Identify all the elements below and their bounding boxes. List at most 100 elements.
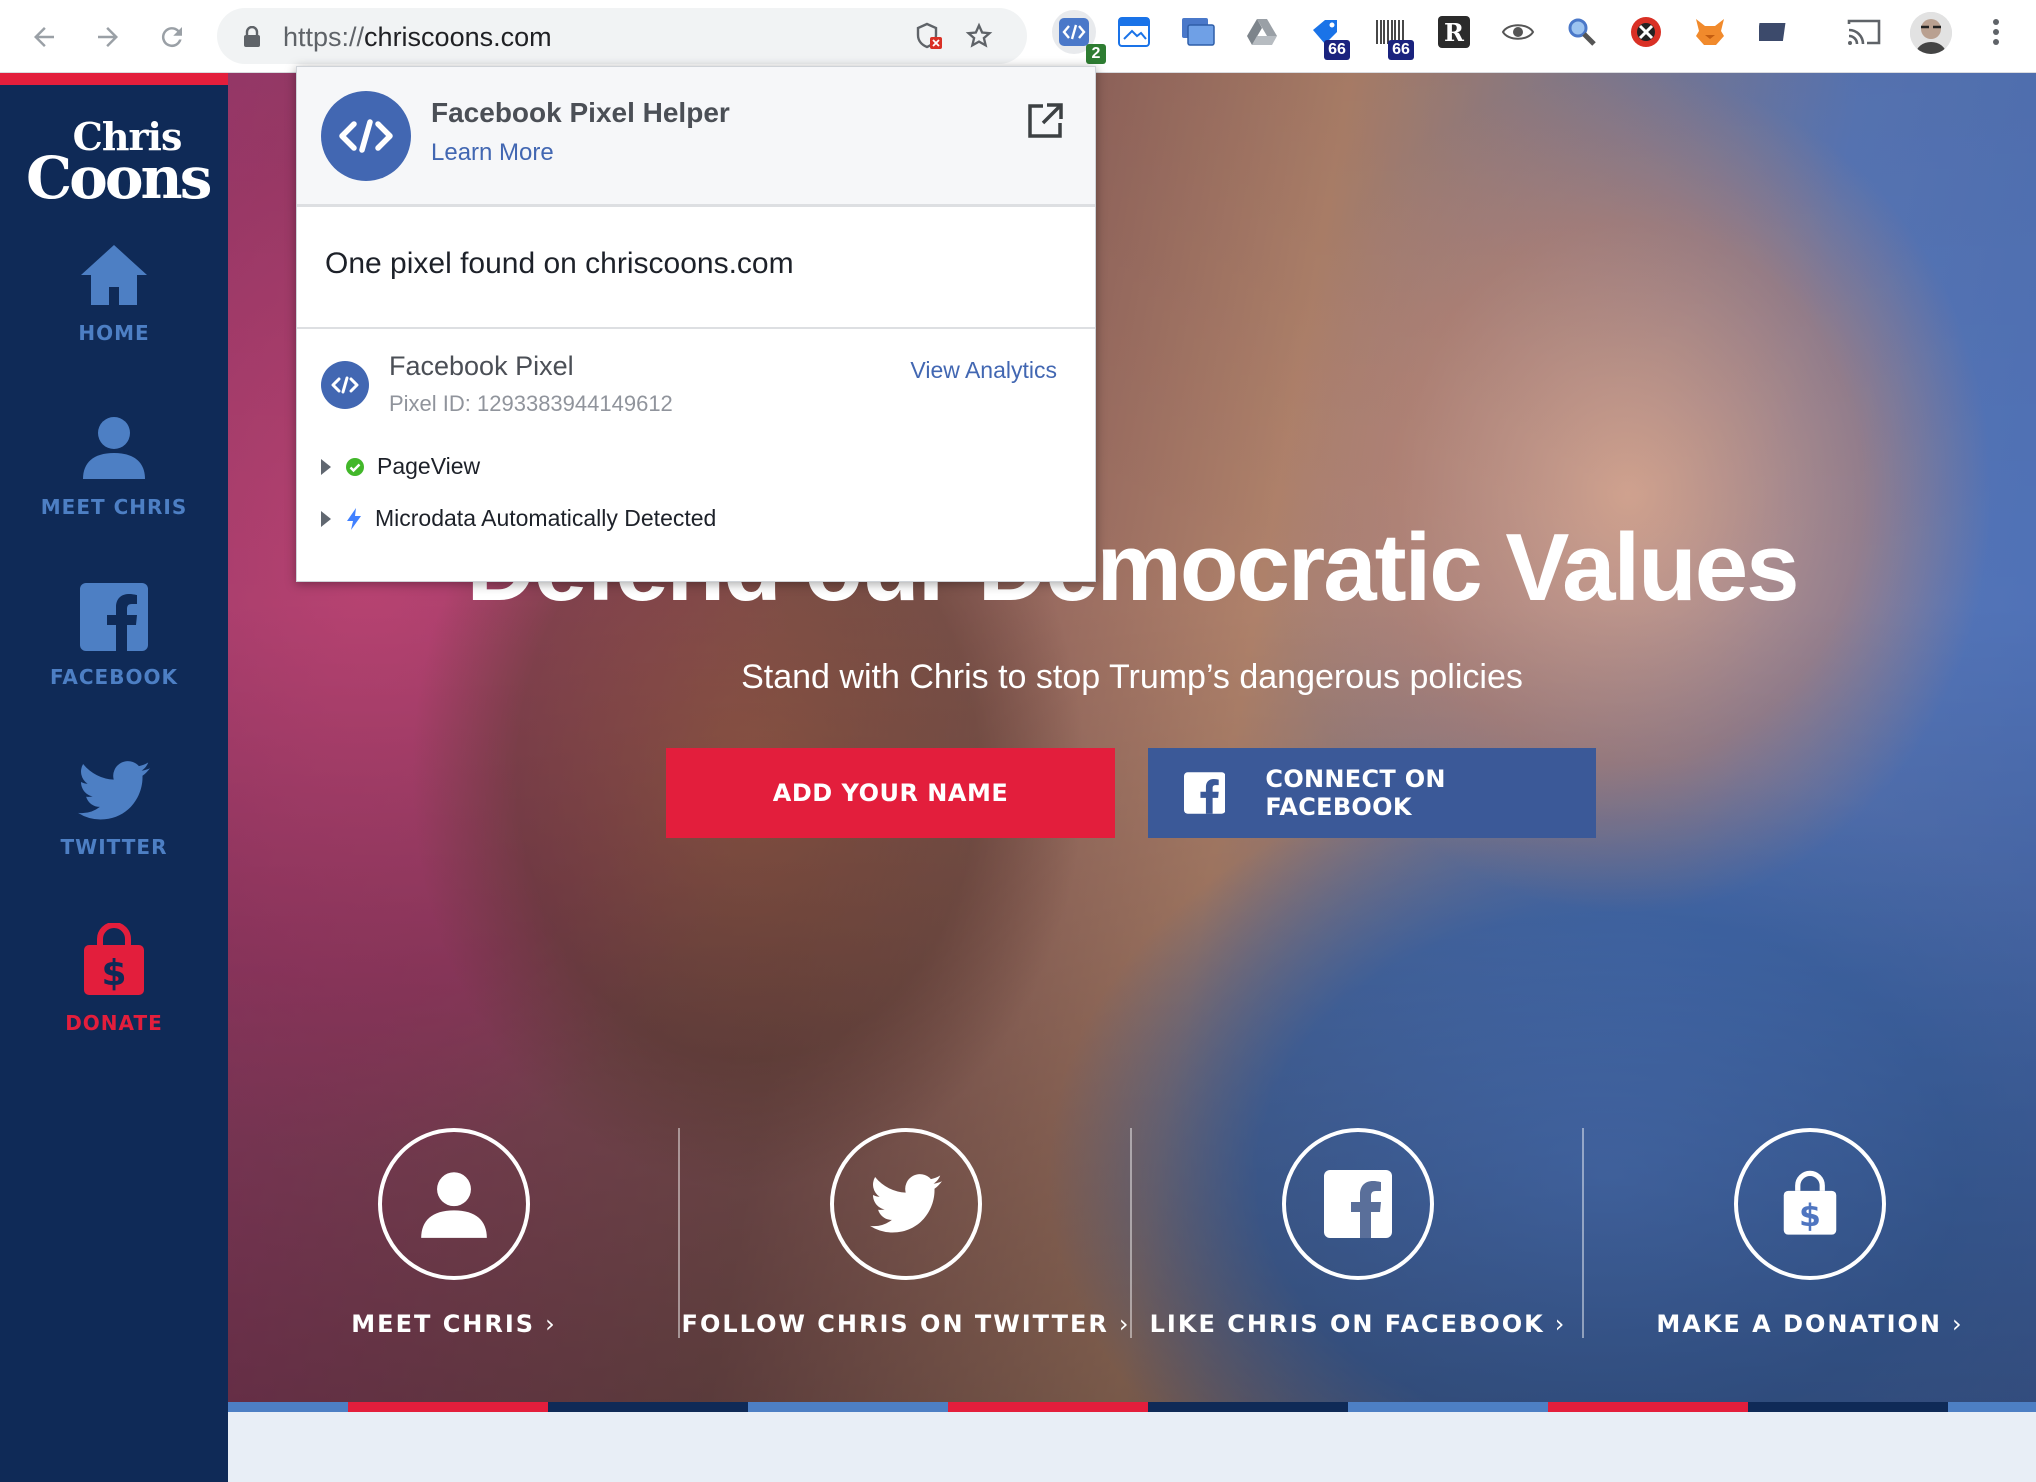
event-name: PageView	[377, 453, 481, 479]
forward-button[interactable]	[88, 17, 128, 57]
url-text: https://chriscoons.com	[283, 22, 552, 52]
open-external-icon[interactable]	[1025, 101, 1065, 141]
lightning-bolt-icon	[345, 507, 363, 531]
expand-triangle-icon[interactable]	[321, 510, 331, 527]
site-sidebar: Chris Coons HOME MEET CHRIS FACEBOOK TWI…	[0, 73, 228, 1482]
svg-text:$: $	[1799, 1198, 1821, 1234]
donate-bag-icon: $	[1783, 1170, 1837, 1235]
pixel-name: Facebook Pixel	[389, 351, 574, 381]
chrome-menu-button[interactable]	[1978, 14, 2014, 50]
blocked-shield-icon[interactable]	[915, 22, 943, 50]
sidebar-item-label: TWITTER	[60, 835, 168, 859]
hero-subline: Stand with Chris to stop Trump’s dangero…	[741, 658, 1523, 696]
cast-icon	[1847, 19, 1881, 45]
page-below-fold	[228, 1412, 2036, 1482]
pixel-helper-extension-button[interactable]: 2	[1052, 10, 1106, 64]
barcode-extension-button[interactable]: 66	[1372, 14, 1414, 60]
lock-icon	[244, 26, 260, 47]
donate-bag-icon: $	[84, 923, 144, 995]
facebook-icon	[1324, 1170, 1392, 1238]
window-icon	[1118, 17, 1150, 47]
fox-extension-button[interactable]	[1692, 14, 1728, 50]
search-magnifier-extension-button[interactable]	[1564, 14, 1600, 50]
cta-circle	[378, 1128, 530, 1280]
connect-on-facebook-button[interactable]: CONNECT ON FACEBOOK	[1148, 748, 1596, 838]
sidebar-item-label: FACEBOOK	[50, 665, 178, 689]
connect-on-facebook-label: CONNECT ON FACEBOOK	[1265, 765, 1446, 821]
event-name: Microdata Automatically Detected	[375, 505, 717, 531]
cta-follow-twitter[interactable]: FOLLOW CHRIS ON TWITTER ›	[680, 1128, 1132, 1368]
address-bar[interactable]: https://chriscoons.com	[217, 8, 1027, 64]
blocker-extension-button[interactable]	[1628, 14, 1664, 50]
screenshot-extension-button[interactable]	[1180, 14, 1216, 50]
drive-triangle-icon	[1247, 19, 1277, 45]
window-extension-button[interactable]	[1116, 14, 1152, 50]
screenshot-icon	[1182, 18, 1215, 46]
sidebar-item-facebook[interactable]: FACEBOOK	[0, 583, 228, 689]
twitter-icon	[870, 1174, 942, 1233]
profile-avatar[interactable]	[1910, 12, 1952, 54]
learn-more-link[interactable]: Learn More	[431, 139, 554, 167]
popup-divider	[297, 327, 1095, 329]
bookmark-star-icon[interactable]	[965, 22, 993, 50]
site-logo[interactable]: Chris Coons	[26, 117, 212, 227]
add-your-name-button[interactable]: ADD YOUR NAME	[666, 748, 1115, 838]
pixel-count-badge: 2	[1086, 44, 1106, 64]
facebook-icon	[1184, 772, 1226, 814]
code-brackets-icon	[331, 376, 359, 394]
sidebar-top-stripe	[0, 73, 228, 85]
sidebar-item-twitter[interactable]: TWITTER	[0, 761, 228, 859]
chevron-right-icon: ›	[545, 1310, 557, 1338]
eye-extension-button[interactable]	[1500, 14, 1536, 50]
fox-icon	[1696, 19, 1724, 45]
sidebar-item-meet-chris[interactable]: MEET CHRIS	[0, 413, 228, 519]
tag-extension-button[interactable]: 66	[1308, 14, 1350, 60]
pixel-item-logo	[321, 361, 369, 409]
cta-label: LIKE CHRIS ON FACEBOOK ›	[1149, 1310, 1567, 1338]
drive-extension-button[interactable]	[1244, 14, 1280, 50]
popup-header: Facebook Pixel Helper Learn More	[297, 67, 1095, 207]
view-analytics-link[interactable]: View Analytics	[910, 357, 1057, 384]
extension-a-badge: 66	[1324, 40, 1350, 60]
cta-label: MEET CHRIS ›	[351, 1310, 557, 1338]
event-row-pageview[interactable]: PageView	[321, 453, 480, 480]
check-circle-icon	[345, 457, 365, 477]
sidebar-item-label: MEET CHRIS	[40, 495, 188, 519]
cta-make-donation[interactable]: $ MAKE A DONATION ›	[1584, 1128, 2036, 1368]
svg-text:$: $	[101, 953, 126, 994]
sidebar-item-label: DONATE	[65, 1011, 163, 1035]
avatar-face-icon	[1910, 12, 1952, 54]
event-row-microdata[interactable]: Microdata Automatically Detected	[321, 505, 716, 532]
sidebar-item-donate[interactable]: $ DONATE	[0, 923, 228, 1035]
cta-label: MAKE A DONATION ›	[1656, 1310, 1964, 1338]
back-button[interactable]	[24, 17, 64, 57]
cta-like-facebook[interactable]: LIKE CHRIS ON FACEBOOK ›	[1132, 1128, 1584, 1368]
cast-button[interactable]	[1846, 14, 1882, 50]
extension-b-badge: 66	[1388, 40, 1414, 60]
reload-icon	[161, 27, 182, 48]
r-extension-button[interactable]: R	[1436, 14, 1472, 50]
slides-icon	[1759, 23, 1786, 41]
blocked-circle-icon	[1631, 17, 1661, 47]
back-arrow-icon	[34, 27, 54, 47]
chevron-right-icon: ›	[1952, 1310, 1964, 1338]
cta-label: FOLLOW CHRIS ON TWITTER ›	[681, 1310, 1131, 1338]
eye-icon	[1501, 24, 1535, 40]
sidebar-item-home[interactable]: HOME	[0, 243, 228, 345]
browser-toolbar: https://chriscoons.com 2 66 66 R	[0, 0, 2036, 73]
code-brackets-icon	[1059, 18, 1089, 46]
letter-r-icon: R	[1438, 16, 1470, 48]
reload-button[interactable]	[152, 17, 192, 57]
cta-meet-chris[interactable]: MEET CHRIS ›	[228, 1128, 680, 1368]
person-icon	[421, 1172, 487, 1238]
popup-title: Facebook Pixel Helper	[431, 97, 730, 128]
home-icon	[81, 245, 147, 305]
pixel-id: Pixel ID: 1293383944149612	[389, 391, 673, 416]
expand-triangle-icon[interactable]	[321, 458, 331, 475]
chevron-right-icon: ›	[1554, 1310, 1567, 1338]
pixel-helper-popup: Facebook Pixel Helper Learn More One pix…	[296, 66, 1096, 582]
slides-extension-button[interactable]	[1756, 14, 1792, 50]
cta-circle	[1282, 1128, 1434, 1280]
sidebar-item-label: HOME	[78, 321, 150, 345]
cta-circle: $	[1734, 1128, 1886, 1280]
